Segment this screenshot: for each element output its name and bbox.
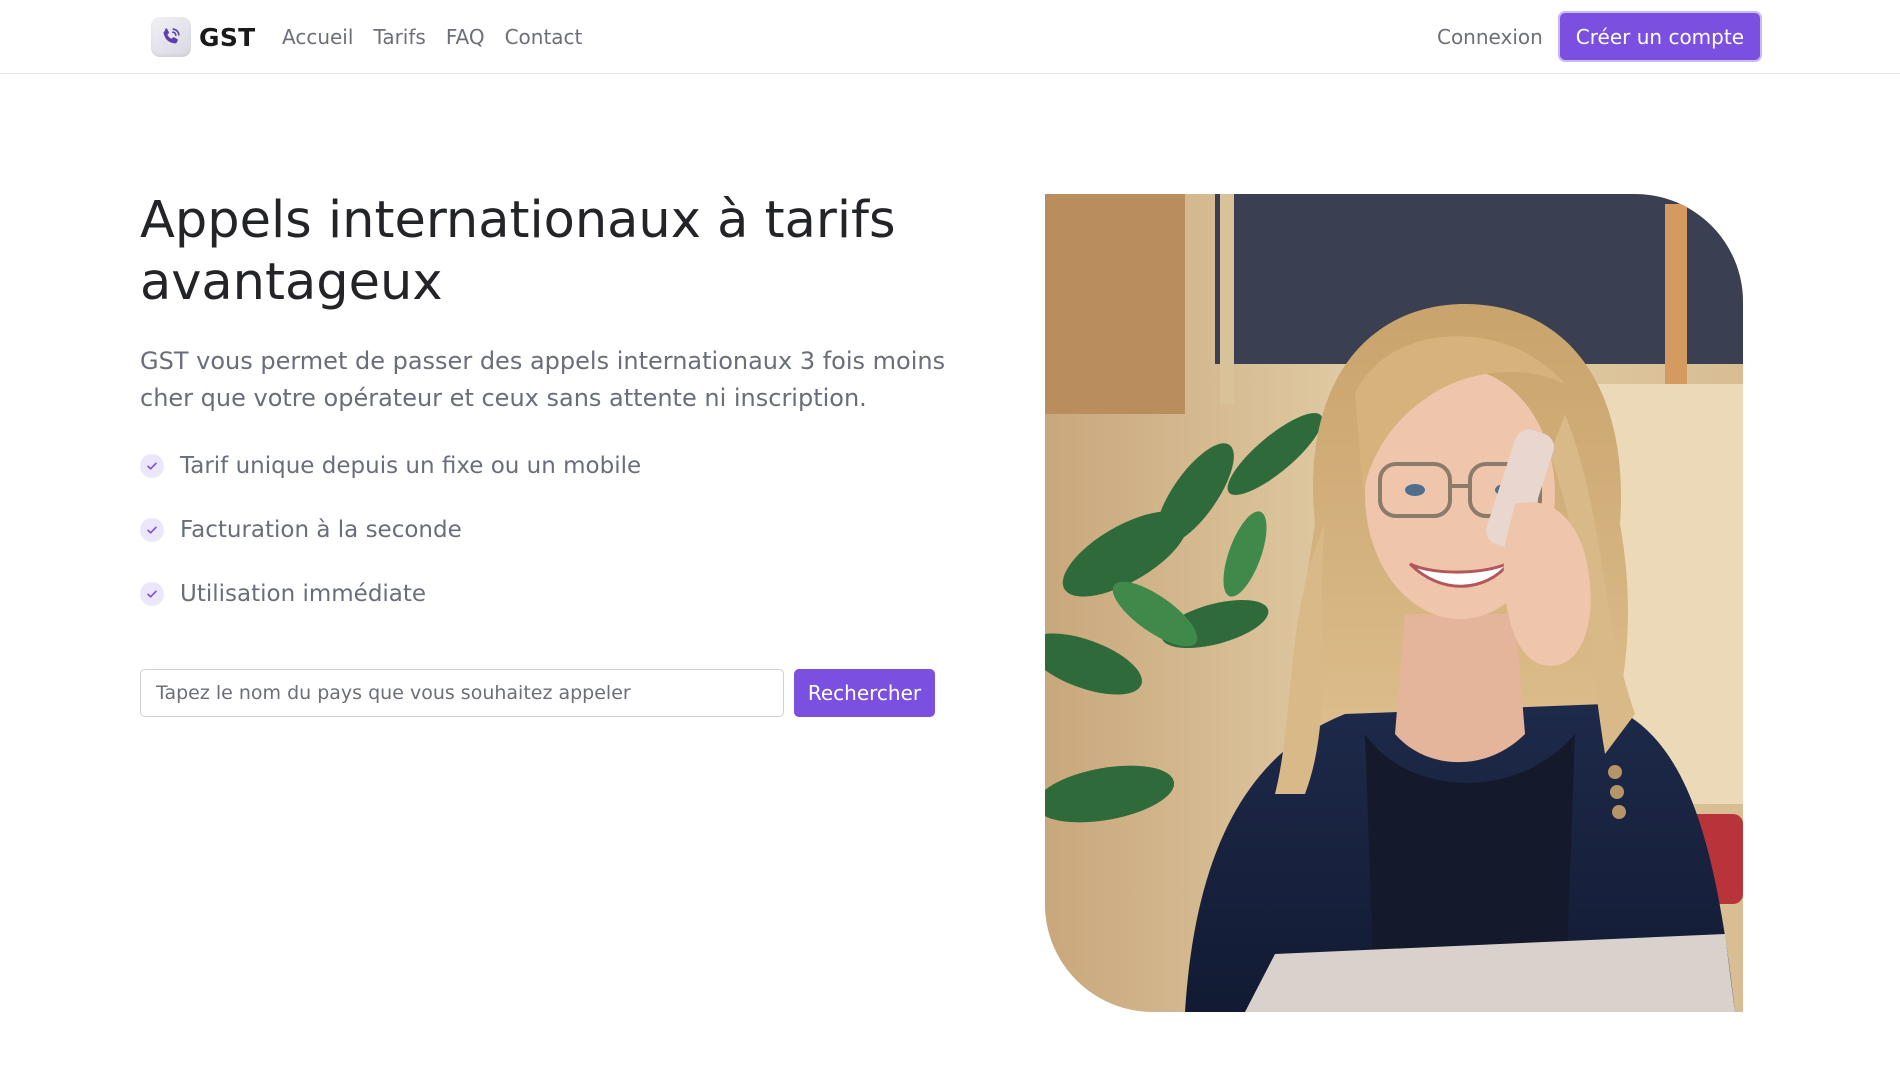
nav-link-contact[interactable]: Contact: [495, 22, 593, 52]
country-search-input[interactable]: [140, 669, 784, 717]
check-icon: [140, 454, 164, 478]
feature-list: Tarif unique depuis un fixe ou un mobile…: [140, 448, 641, 640]
check-icon: [140, 582, 164, 606]
brand-link[interactable]: GST: [151, 16, 255, 58]
hero-lead: GST vous permet de passer des appels int…: [140, 347, 946, 412]
hero-photo-woman-on-phone: [1045, 194, 1743, 1012]
feature-item: Facturation à la seconde: [140, 512, 641, 548]
check-icon: [140, 518, 164, 542]
main-nav: Accueil Tarifs FAQ Contact: [272, 22, 592, 52]
nav-link-faq[interactable]: FAQ: [436, 22, 495, 52]
search-button[interactable]: Rechercher: [794, 669, 935, 717]
nav-link-tarifs[interactable]: Tarifs: [363, 22, 435, 52]
navbar: GST Accueil Tarifs FAQ Contact Connexion…: [0, 0, 1900, 74]
brand-name: GST: [199, 22, 256, 52]
nav-actions: Connexion Créer un compte: [1437, 13, 1760, 60]
nav-link-accueil[interactable]: Accueil: [272, 22, 363, 52]
feature-label: Facturation à la seconde: [180, 517, 462, 543]
feature-item: Tarif unique depuis un fixe ou un mobile: [140, 448, 641, 484]
phone-icon: [151, 17, 191, 57]
feature-label: Utilisation immédiate: [180, 581, 427, 607]
login-link[interactable]: Connexion: [1437, 22, 1543, 52]
feature-item: Utilisation immédiate: [140, 576, 641, 612]
country-search-form: Rechercher: [140, 669, 935, 717]
hero-title: Appels internationaux à tarifs avantageu…: [140, 191, 896, 312]
create-account-button[interactable]: Créer un compte: [1559, 13, 1760, 60]
feature-label: Tarif unique depuis un fixe ou un mobile: [180, 453, 642, 479]
